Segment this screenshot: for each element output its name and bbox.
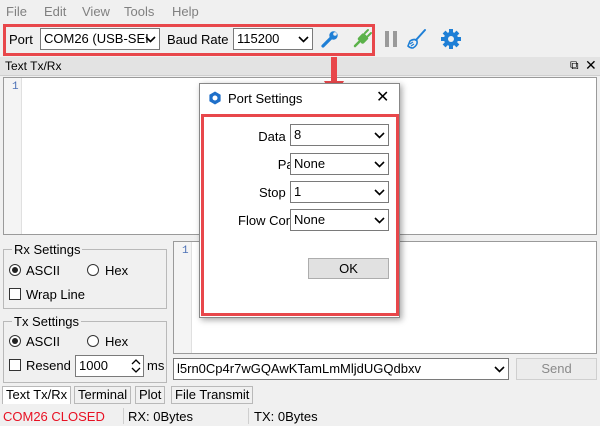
- port-settings-dialog: Port Settings ✕ Data Bits 8 Parity None …: [199, 83, 400, 318]
- tx-line-number: 1: [182, 245, 189, 257]
- app-logo-icon: [208, 91, 222, 108]
- rx-line-gutter: 1: [4, 78, 22, 234]
- tab-terminal[interactable]: Terminal: [74, 386, 132, 404]
- resend-interval-value: 1000: [79, 358, 108, 373]
- restore-icon[interactable]: ⧉: [570, 58, 579, 73]
- panel-title-bar: Text Tx/Rx ⧉ ✕: [0, 57, 600, 76]
- chevron-down-icon: [374, 210, 385, 230]
- flow-control-select[interactable]: None: [290, 209, 389, 231]
- resend-interval-spinbox[interactable]: 1000: [75, 355, 144, 377]
- port-select-value: COM26 (USB-SEI: [44, 31, 149, 46]
- dialog-title-bar: Port Settings ✕: [200, 84, 399, 112]
- parity-value: None: [294, 156, 326, 171]
- parity-select[interactable]: None: [290, 153, 389, 175]
- toolbar: Port COM26 (USB-SEI Baud Rate 115200: [0, 22, 600, 56]
- chevron-down-icon: [374, 125, 385, 145]
- tx-settings-title: Tx Settings: [12, 314, 82, 329]
- rx-hex-radio[interactable]: [87, 264, 99, 276]
- settings-gear-icon[interactable]: [440, 28, 462, 53]
- tx-byte-count: TX: 0Bytes: [254, 409, 318, 424]
- menu-edit[interactable]: Edit: [44, 4, 66, 19]
- chevron-down-icon: [145, 29, 156, 49]
- send-button[interactable]: Send: [516, 358, 597, 380]
- dialog-title: Port Settings: [228, 91, 303, 106]
- rx-byte-count: RX: 0Bytes: [128, 409, 194, 424]
- spinner-arrows-icon[interactable]: [131, 357, 141, 376]
- tx-hex-label: Hex: [105, 334, 129, 349]
- chevron-down-icon: [374, 182, 385, 202]
- resend-checkbox[interactable]: [9, 359, 21, 371]
- panel-title: Text Tx/Rx: [5, 59, 62, 73]
- chevron-down-icon: [298, 29, 309, 49]
- rx-hex-label: Hex: [105, 263, 129, 278]
- port-select[interactable]: COM26 (USB-SEI: [40, 28, 160, 50]
- tab-plot[interactable]: Plot: [135, 386, 166, 404]
- stop-bits-value: 1: [294, 184, 302, 199]
- menu-file[interactable]: File: [6, 4, 27, 19]
- resend-label: Resend: [26, 358, 71, 373]
- ok-button[interactable]: OK: [308, 258, 389, 279]
- baud-rate-select[interactable]: 115200: [233, 28, 313, 50]
- chevron-down-icon: [494, 359, 505, 379]
- dialog-close-icon[interactable]: ✕: [376, 87, 389, 107]
- baud-rate-label: Baud Rate: [167, 32, 229, 47]
- send-history-combo[interactable]: l5rn0Cp4r7wGQAwKTamLmMljdUGQdbxv: [173, 358, 509, 380]
- tab-text-tx-rx[interactable]: Text Tx/Rx: [2, 386, 72, 404]
- pause-icon[interactable]: [383, 30, 399, 51]
- port-label: Port: [9, 32, 33, 47]
- data-bits-select[interactable]: 8: [290, 124, 389, 146]
- wrench-icon[interactable]: [320, 29, 340, 52]
- close-icon[interactable]: ✕: [585, 57, 597, 74]
- connect-plug-icon[interactable]: [351, 28, 373, 53]
- rx-line-number: 1: [12, 81, 19, 93]
- flow-control-value: None: [294, 212, 326, 227]
- rx-settings-title: Rx Settings: [12, 242, 83, 257]
- menu-view[interactable]: View: [82, 4, 110, 19]
- port-status: COM26 CLOSED: [3, 409, 105, 424]
- status-divider: [248, 408, 249, 424]
- send-history-value: l5rn0Cp4r7wGQAwKTamLmMljdUGQdbxv: [177, 361, 421, 376]
- wrap-line-checkbox[interactable]: [9, 288, 21, 300]
- tx-line-gutter: 1: [174, 242, 192, 353]
- status-divider: [123, 408, 124, 424]
- rx-ascii-radio[interactable]: [9, 264, 21, 276]
- wrap-line-label: Wrap Line: [26, 287, 86, 302]
- rx-ascii-label: ASCII: [26, 263, 60, 278]
- tab-file-transmit[interactable]: File Transmit: [171, 386, 254, 404]
- stop-bits-select[interactable]: 1: [290, 181, 389, 203]
- menu-help[interactable]: Help: [172, 4, 199, 19]
- data-bits-value: 8: [294, 127, 302, 142]
- interval-unit-label: ms: [147, 358, 165, 373]
- tx-ascii-label: ASCII: [26, 334, 60, 349]
- baud-rate-value: 115200: [237, 31, 280, 46]
- status-bar: COM26 CLOSED RX: 0Bytes TX: 0Bytes: [0, 404, 600, 426]
- menu-tools[interactable]: Tools: [124, 4, 154, 19]
- clear-brush-icon[interactable]: [406, 28, 428, 53]
- tx-hex-radio[interactable]: [87, 335, 99, 347]
- chevron-down-icon: [374, 154, 385, 174]
- tx-ascii-radio[interactable]: [9, 335, 21, 347]
- menu-bar: File Edit View Tools Help: [0, 0, 600, 22]
